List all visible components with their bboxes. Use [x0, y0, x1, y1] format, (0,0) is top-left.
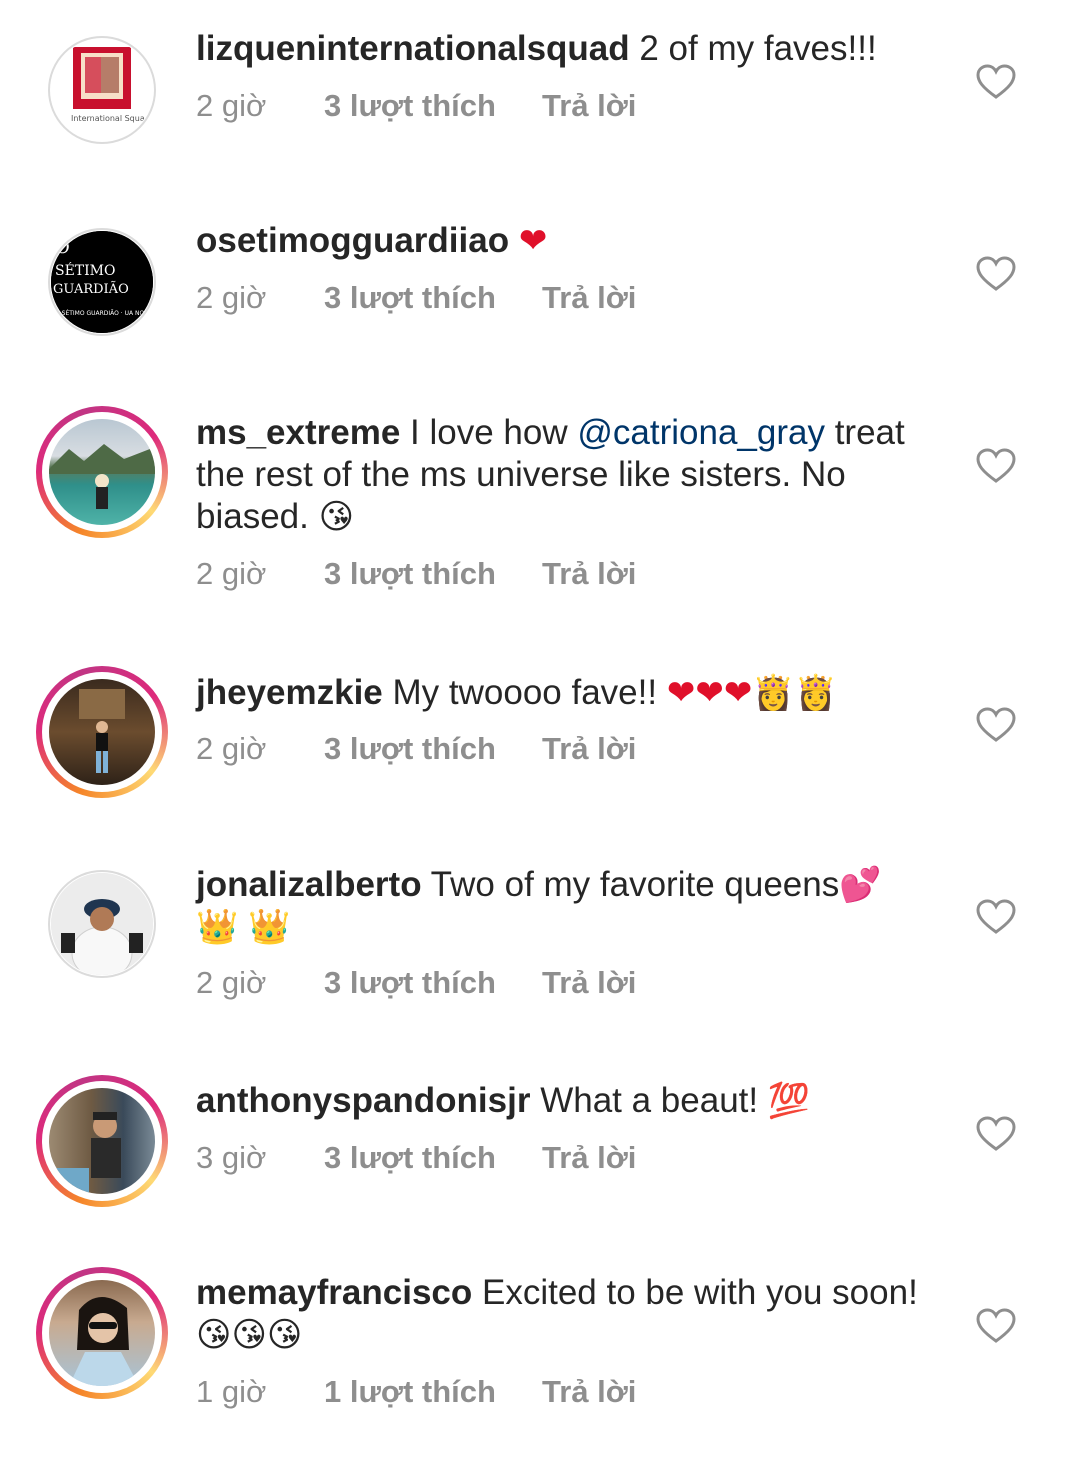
heart-outline-icon[interactable]	[976, 1116, 1016, 1152]
comment-username[interactable]: ms_extreme	[196, 413, 400, 452]
face-blowing-a-kiss-emoji: 😘	[266, 1315, 303, 1355]
comment-time: 2 giờ	[196, 556, 267, 591]
comment-time: 2 giờ	[196, 965, 267, 1000]
comment-likes[interactable]: 3 lượt thích	[324, 554, 542, 594]
hundred-points-emoji: 💯	[767, 1081, 811, 1121]
reply-button[interactable]: Trả lời	[542, 278, 636, 318]
avatar-logo-text: O SÉTIMO GUARDIÃO · UA NOVELA DAS 9	[55, 309, 153, 317]
reply-button[interactable]: Trả lời	[542, 1138, 636, 1178]
comment-time: 2 giờ	[196, 731, 267, 766]
comment-text: My twoooo fave!!	[382, 673, 667, 712]
red-heart-emoji: ❤	[666, 673, 696, 713]
comment-username[interactable]: osetimogguardiiao	[196, 221, 509, 260]
comment-likes[interactable]: 3 lượt thích	[324, 86, 542, 126]
reply-button[interactable]: Trả lời	[542, 1372, 636, 1412]
comment-likes[interactable]: 1 lượt thích	[324, 1372, 542, 1412]
comment-time: 3 giờ	[196, 1140, 267, 1175]
avatar[interactable]	[36, 406, 168, 538]
face-blowing-a-kiss-emoji: 😘	[231, 1315, 267, 1355]
crown-emoji: 👑	[248, 907, 291, 947]
avatar[interactable]	[36, 1267, 168, 1399]
comment-username[interactable]: anthonyspandonisjr	[196, 1081, 530, 1120]
comment-likes[interactable]: 3 lượt thích	[324, 278, 542, 318]
red-heart-emoji: ❤	[695, 673, 724, 713]
comment-text: Two of my favorite queens	[421, 865, 840, 904]
face-blowing-a-kiss-emoji: 😘	[196, 1315, 232, 1355]
reply-button[interactable]: Trả lời	[542, 963, 636, 1003]
heart-outline-icon[interactable]	[976, 256, 1016, 292]
princess-emoji: 👸	[752, 673, 795, 713]
comment-likes[interactable]: 3 lượt thích	[324, 963, 542, 1003]
comment-time: 2 giờ	[196, 88, 267, 123]
avatar[interactable]: International Squad	[36, 24, 168, 156]
reply-button[interactable]: Trả lời	[542, 729, 636, 769]
reply-button[interactable]: Trả lời	[542, 554, 636, 594]
comment-username[interactable]: jonalizalberto	[196, 865, 422, 904]
svg-text:SÉTIMO: SÉTIMO	[55, 261, 116, 279]
comment-time: 1 giờ	[196, 1374, 267, 1409]
avatar[interactable]	[36, 858, 168, 990]
comment-username[interactable]: memayfrancisco	[196, 1273, 472, 1312]
avatar[interactable]: O SÉTIMO GUARDIÃO O SÉTIMO GUARDIÃO · UA…	[36, 216, 168, 348]
red-heart-emoji: ❤	[723, 673, 753, 713]
comment-username[interactable]: jheyemzkie	[196, 673, 383, 712]
comment-username[interactable]: lizqueninternationalsquad	[196, 29, 630, 68]
crown-emoji: 👑	[196, 907, 239, 947]
comment-likes[interactable]: 3 lượt thích	[324, 729, 542, 769]
avatar-logo-text: International Squad	[71, 114, 150, 123]
comment-text: 2 of my faves!!!	[629, 29, 877, 68]
two-hearts-emoji: 💕	[839, 865, 882, 905]
svg-text:GUARDIÃO: GUARDIÃO	[53, 281, 129, 297]
avatar[interactable]	[36, 1075, 168, 1207]
comment-text: Excited to be with you soon!	[472, 1273, 918, 1312]
princess-emoji: 👸	[794, 673, 837, 713]
comment-text: I love how	[400, 413, 578, 452]
red-heart-emoji: ❤	[518, 221, 548, 261]
avatar[interactable]	[36, 666, 168, 798]
heart-outline-icon[interactable]	[976, 707, 1016, 743]
reply-button[interactable]: Trả lời	[542, 86, 636, 126]
comment-time: 2 giờ	[196, 280, 267, 315]
comments-list: International Squad lizqueninternational…	[0, 0, 1080, 1457]
heart-outline-icon[interactable]	[976, 899, 1016, 935]
heart-outline-icon[interactable]	[976, 448, 1016, 484]
heart-outline-icon[interactable]	[976, 64, 1016, 100]
comment-text	[509, 221, 519, 260]
mention-link[interactable]: @catriona_gray	[577, 413, 825, 452]
comment-likes[interactable]: 3 lượt thích	[324, 1138, 542, 1178]
comment-text: What a beaut!	[530, 1081, 768, 1120]
face-blowing-a-kiss-emoji: 😘	[318, 497, 355, 537]
heart-outline-icon[interactable]	[976, 1308, 1016, 1344]
